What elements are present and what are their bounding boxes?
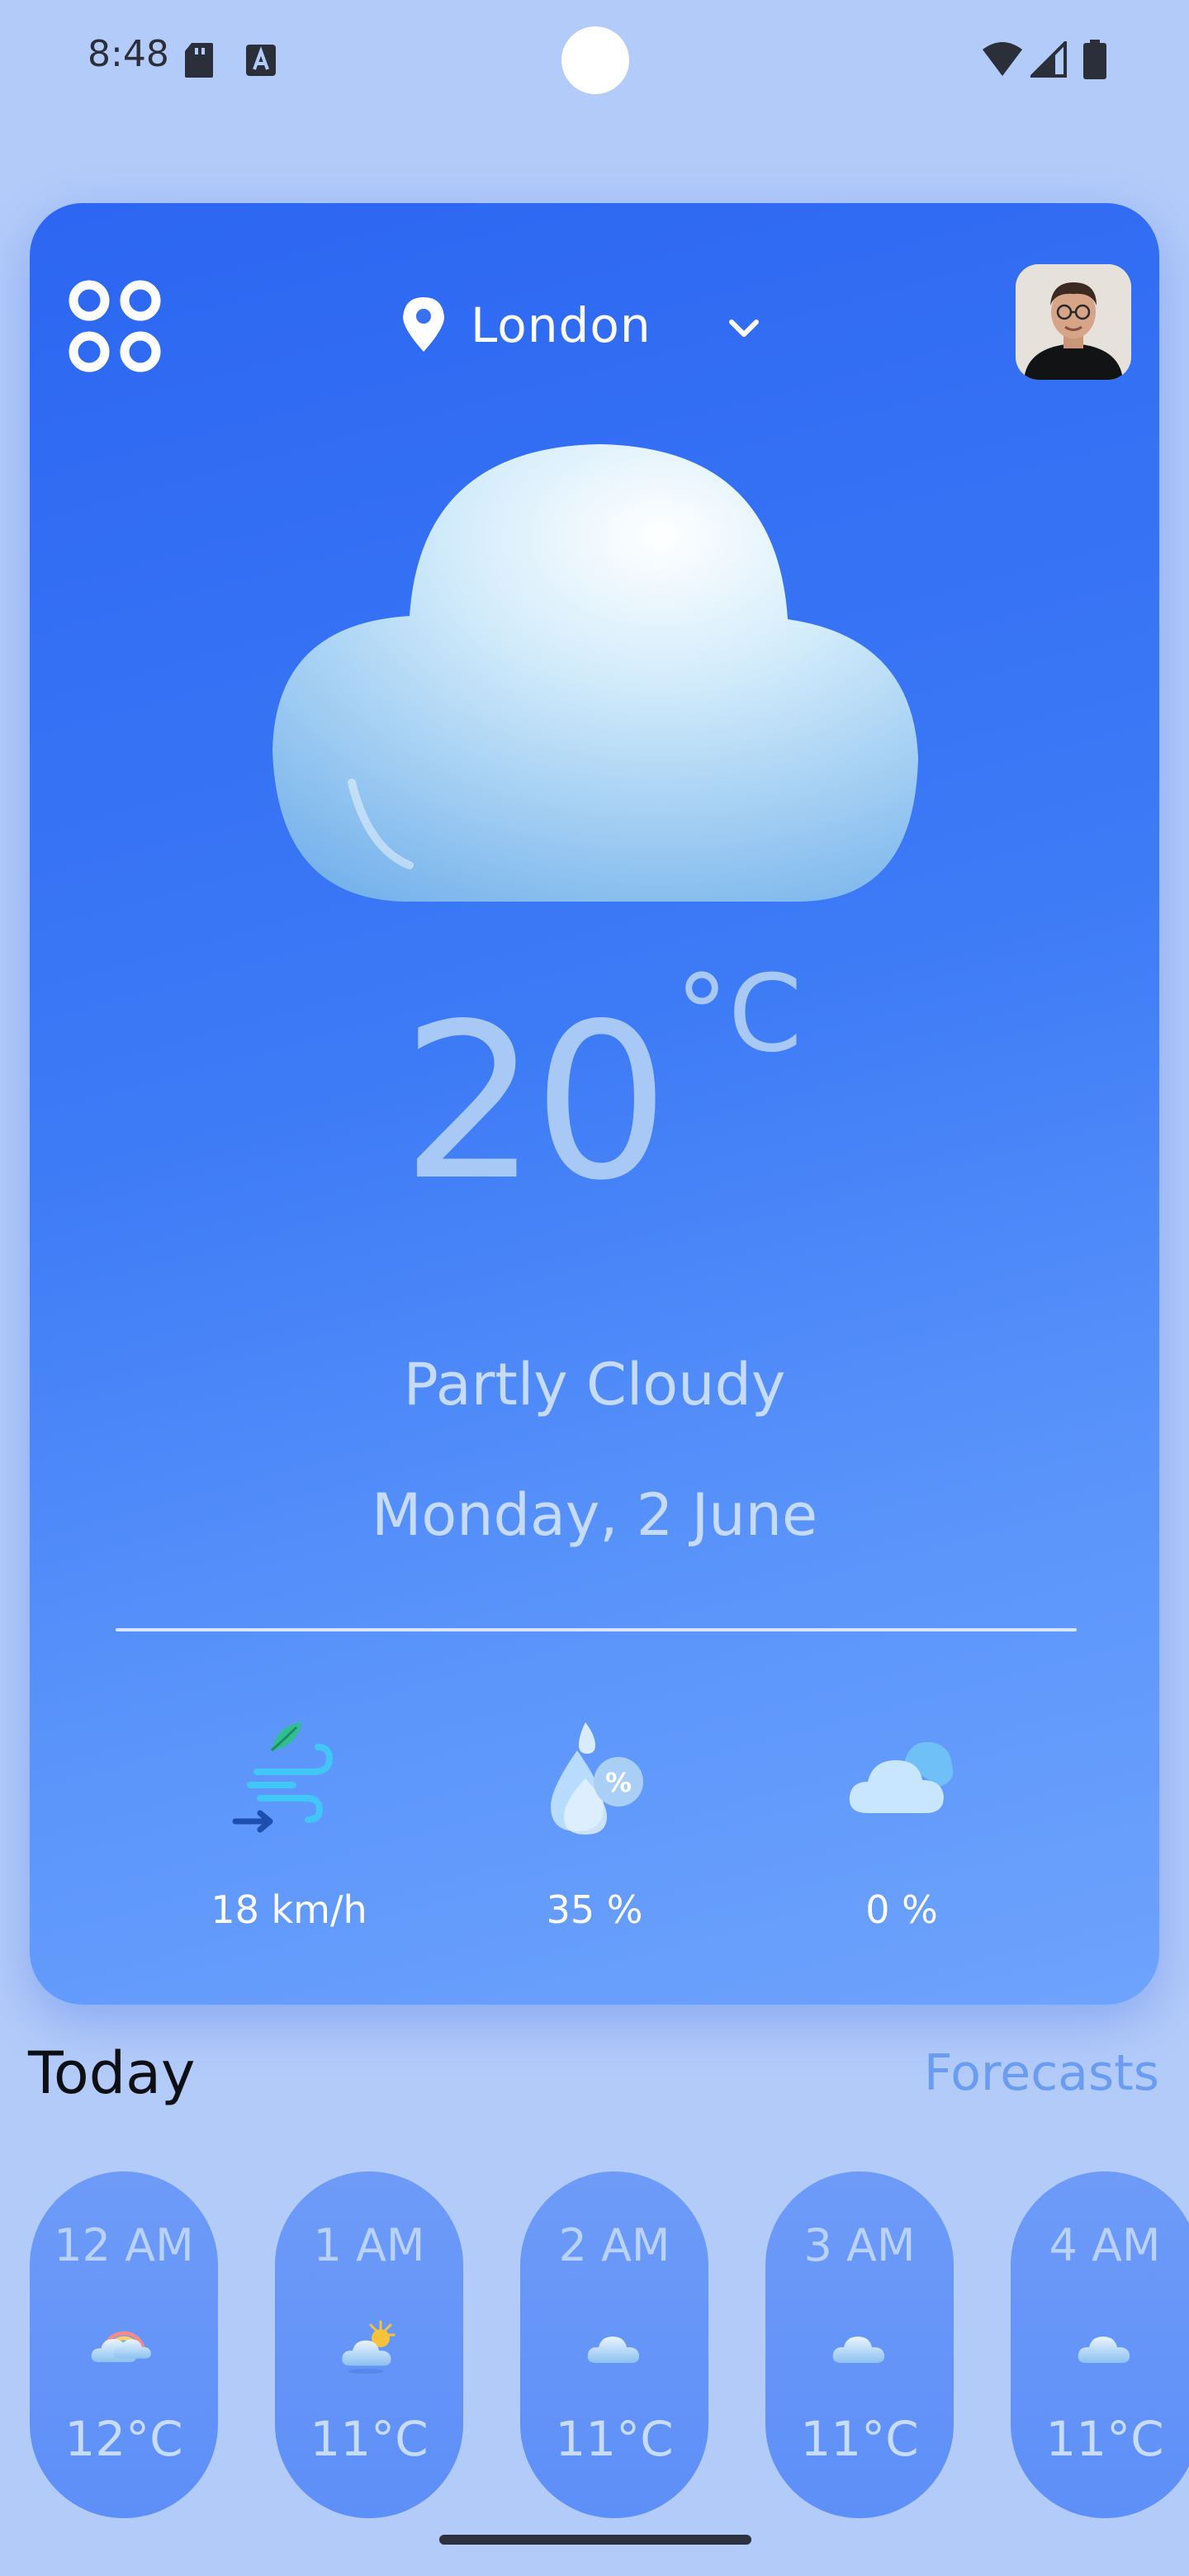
hourly-item[interactable]: 4 AM 11°C: [1011, 2171, 1189, 2518]
chevron-down-icon: [729, 320, 759, 337]
location-name: London: [471, 297, 651, 353]
today-heading: Today: [28, 2039, 196, 2107]
weather-cloud-illustration: [272, 444, 918, 902]
hour-time: 1 AM: [313, 2219, 425, 2271]
current-temperature: 20 °C: [377, 953, 872, 1228]
wind-value: 18 km/h: [211, 1887, 367, 1932]
hour-temperature: 11°C: [310, 2411, 429, 2467]
temperature-value: 20: [401, 978, 670, 1228]
signal-icon: [1030, 41, 1067, 78]
hourly-forecast-list[interactable]: 12 AM 12°C 1 AM 11°C 2 AM 11°C 3 AM 11°C…: [0, 2171, 1189, 2526]
wind-icon: [232, 1722, 334, 1833]
location-pin-icon: [403, 297, 444, 352]
cloud-icon: [1078, 2337, 1130, 2363]
humidity-value: 35 %: [546, 1887, 643, 1932]
hourly-item[interactable]: 1 AM 11°C: [275, 2171, 463, 2518]
divider: [116, 1628, 1077, 1631]
cloud-icon: [587, 2337, 640, 2363]
battery-icon: [1083, 40, 1106, 79]
cloud-cover-icon: [849, 1741, 954, 1813]
cloud-icon: [832, 2337, 885, 2363]
hour-temperature: 11°C: [1045, 2411, 1164, 2467]
user-avatar[interactable]: [1016, 264, 1131, 380]
menu-grid-icon[interactable]: [64, 276, 165, 376]
temperature-unit: °C: [675, 953, 803, 1076]
cloud-cover-metric: 0 %: [737, 1714, 1067, 1995]
hourly-item[interactable]: 12 AM 12°C: [30, 2171, 218, 2518]
hour-temperature: 11°C: [800, 2411, 919, 2467]
status-bar: 8:48: [0, 0, 1189, 124]
sd-card-icon: [185, 43, 213, 78]
cloud-cover-value: 0 %: [865, 1887, 938, 1932]
forecasts-link[interactable]: Forecasts: [924, 2044, 1159, 2102]
hour-time: 3 AM: [803, 2219, 916, 2271]
rainbow-cloud-icon: [91, 2331, 151, 2362]
sun-cloud-icon: [342, 2320, 396, 2374]
keyboard-a-icon: [246, 45, 276, 76]
hour-temperature: 12°C: [64, 2411, 183, 2467]
home-indicator[interactable]: [439, 2535, 751, 2545]
status-time: 8:48: [88, 33, 169, 75]
hour-time: 12 AM: [54, 2219, 194, 2271]
humidity-icon: %: [551, 1722, 643, 1835]
svg-text:%: %: [605, 1767, 632, 1798]
camera-cutout: [561, 26, 629, 94]
hourly-item[interactable]: 3 AM 11°C: [765, 2171, 954, 2518]
wind-metric: 18 km/h: [124, 1714, 454, 1995]
hourly-item[interactable]: 2 AM 11°C: [520, 2171, 708, 2518]
humidity-metric: % 35 %: [429, 1714, 760, 1995]
weather-condition: Partly Cloudy: [403, 1351, 786, 1418]
hour-time: 4 AM: [1049, 2219, 1161, 2271]
hour-time: 2 AM: [558, 2219, 670, 2271]
current-date: Monday, 2 June: [371, 1481, 818, 1549]
hour-temperature: 11°C: [555, 2411, 674, 2467]
location-selector[interactable]: London: [401, 286, 781, 365]
weather-card: London 20 °C Partly Cloudy Monday, 2 Jun…: [30, 203, 1159, 2005]
wifi-icon: [983, 42, 1022, 76]
